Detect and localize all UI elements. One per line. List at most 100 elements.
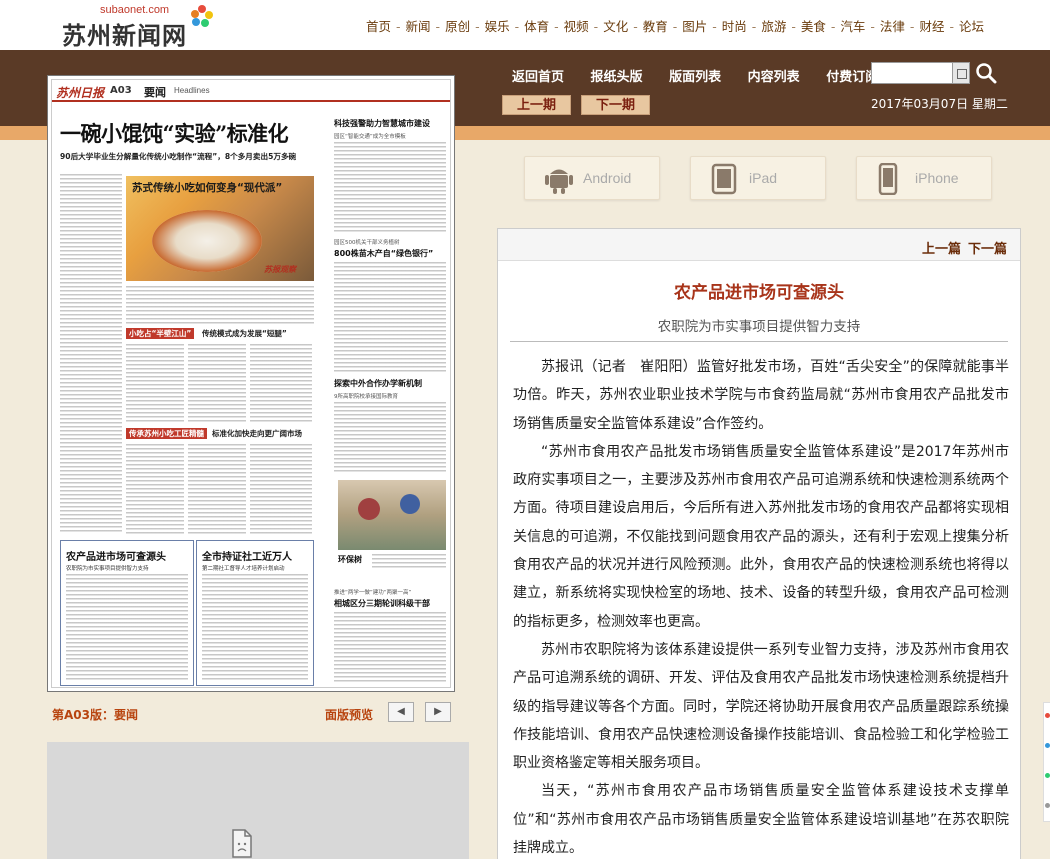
nav-front-page[interactable]: 报纸头版 [591,70,643,85]
nav-separator: - [949,19,954,34]
np-text-column [250,444,312,534]
prev-page-button[interactable]: ◀ [388,702,414,722]
article-title: 农产品进市场可查源头 [674,283,844,303]
np-section-banner-1-tail: 传统模式成为发展“短腿” [202,329,287,338]
android-app-button[interactable]: Android [524,156,660,200]
site-nav-item[interactable]: 时尚 [722,19,747,34]
np-text-column [126,344,184,424]
prev-article-link[interactable]: 上一篇 [922,238,961,257]
np-section-banner-2-tail: 标准化加快走向更广阔市场 [212,429,302,438]
np-box2-title: 全市持证社工近万人 [202,552,292,563]
np-section-banner-1: 小吃占“半壁江山” [126,328,195,339]
np-right-sub-1: 园区“智能交通”成为全市模板 [334,134,406,140]
nav-home[interactable]: 返回首页 [512,70,564,85]
nav-separator: - [396,19,401,34]
site-header: subaonet.com 苏州新闻网 首页 - 新闻 - 原创 - 娱乐 - 体育 - 视频 - 文化 -… [0,0,1050,50]
iphone-label: iPhone [915,170,959,186]
share-qzone-icon[interactable] [1045,743,1050,748]
np-right-headline-2: 800株苗木产自“绿色银行” [334,249,434,258]
nav-separator: - [672,19,678,34]
prev-issue-button[interactable]: 上一期 [502,95,571,115]
search-icon[interactable] [975,62,997,84]
android-icon [545,169,573,194]
calendar-icon[interactable] [952,62,970,84]
nav-page-list[interactable]: 版面列表 [669,70,721,85]
next-issue-button[interactable]: 下一期 [581,95,650,115]
tablet-icon [711,163,737,195]
np-text-column [126,444,184,534]
search-input[interactable] [871,62,953,84]
site-nav-item[interactable]: 文化 [603,19,628,34]
site-nav-item[interactable]: 图片 [682,19,707,34]
np-bowl-image [152,210,262,272]
np-text-column [202,574,308,682]
share-more-icon[interactable] [1045,803,1050,808]
nav-separator: - [593,19,599,34]
site-nav-item[interactable]: 财经 [919,19,944,34]
site-nav-item[interactable]: 原创 [445,19,470,34]
nav-separator: - [475,19,480,34]
page-label: 第A03版：要闻 [52,708,138,722]
np-main-headline[interactable]: 一碗小馄饨“实验”标准化 [60,118,289,148]
share-weibo-icon[interactable] [1045,713,1050,718]
site-nav: 首页 - 新闻 - 原创 - 娱乐 - 体育 - 视频 - 文化 - 教育 - 图片 - 时尚 - 旅游 - 美食 - 汽车 - 法… [366,16,984,35]
article-paragraph: “苏州市食用农产品批发市场销售质量安全监管体系建设”是2017年苏州市政府实事项… [513,443,1009,630]
site-logo[interactable]: subaonet.com 苏州新闻网 [62,4,222,50]
np-page-number: A03 [110,85,132,96]
site-nav-item[interactable]: 教育 [643,19,668,34]
article-subtitle: 农职院为市实事项目提供智力支持 [657,319,861,335]
article-panel: 上一篇 下一篇 农产品进市场可查源头 农职院为市实事项目提供智力支持 苏报讯（记… [497,228,1021,859]
site-nav-item[interactable]: 首页 [366,19,391,34]
article-paragraph: 苏报讯（记者 崔阳阳）监管好批发市场，百姓“舌尖安全”的保障就能事半功倍。昨天，… [513,359,1009,432]
np-box1-title: 农产品进市场可查源头 [66,552,166,563]
np-masthead: 苏州日报 A03 要闻 Headlines [52,80,450,102]
share-sidebar[interactable] [1043,702,1050,822]
site-nav-item[interactable]: 法律 [880,19,905,34]
site-nav-item[interactable]: 旅游 [761,19,786,34]
newspaper-page[interactable]: 苏州日报 A03 要闻 Headlines 一碗小馄饨“实验”标准化 90后大学… [51,79,451,688]
next-page-button[interactable]: ▶ [425,702,451,722]
np-right-headline-3: 探索中外合作办学新机制 [334,379,422,388]
np-text-column [188,344,246,424]
np-text-column [250,344,312,424]
phone-icon [878,163,898,195]
next-article-link[interactable]: 下一篇 [968,238,1007,257]
np-text-column [372,554,446,570]
logo-domain: subaonet.com [100,4,170,16]
android-label: Android [583,170,632,186]
site-nav-item[interactable]: 体育 [524,19,549,34]
np-right-headline-1: 科技强警助力智慧城市建设 [334,119,430,128]
np-right-headline-4: 相城区分三期轮训科级干部 [334,599,430,608]
site-nav-item[interactable]: 美食 [801,19,826,34]
nav-separator: - [751,19,757,34]
np-box2-sub: 第二期社工督导人才培养计划启动 [202,566,285,572]
nav-separator: - [435,19,441,34]
nav-separator: - [791,19,796,34]
np-main-subheadline: 90后大学毕业生分解量化传统小吃制作“流程”，8个多月卖出5万多碗 [60,152,297,161]
nav-separator: - [514,19,520,34]
ipad-label: iPad [749,170,778,186]
np-text-column [334,262,446,372]
site-nav-item[interactable]: 视频 [564,19,589,34]
page-preview-label: 面版预览 [325,708,374,722]
nav-separator: - [633,19,638,34]
article-toolbar: 上一篇 下一篇 [498,229,1020,261]
ipad-app-button[interactable]: iPad [690,156,826,200]
site-nav-item[interactable]: 论坛 [959,19,984,34]
nav-content-list[interactable]: 内容列表 [748,70,800,85]
iphone-app-button[interactable]: iPhone [856,156,992,200]
np-text-column [334,142,446,232]
site-nav-item[interactable]: 新闻 [406,19,431,34]
np-right-small-4: 推进“两学一做”建功“两聚一高” [334,590,412,596]
epaper-nav: 返回首页 报纸头版 版面列表 内容列表 付费订阅 [512,66,900,85]
article-paragraph: 苏州市农职院将为该体系建设提供一系列专业智力支持，涉及苏州市食用农产品可追溯系统… [513,641,1009,772]
np-text-column [334,612,446,684]
newspaper-page-frame: 苏州日报 A03 要闻 Headlines 一碗小馄饨“实验”标准化 90后大学… [47,75,455,692]
thumbnail-panel [47,742,469,859]
site-nav-item[interactable]: 汽车 [840,19,865,34]
issue-date: 2017年03月07日 星期二 [871,97,1008,111]
site-nav-item[interactable]: 娱乐 [485,19,510,34]
nav-separator: - [909,19,915,34]
share-wechat-icon[interactable] [1045,773,1050,778]
article-body: 苏报讯（记者 崔阳阳）监管好批发市场，百姓“舌尖安全”的保障就能事半功倍。昨天，… [513,353,1009,859]
